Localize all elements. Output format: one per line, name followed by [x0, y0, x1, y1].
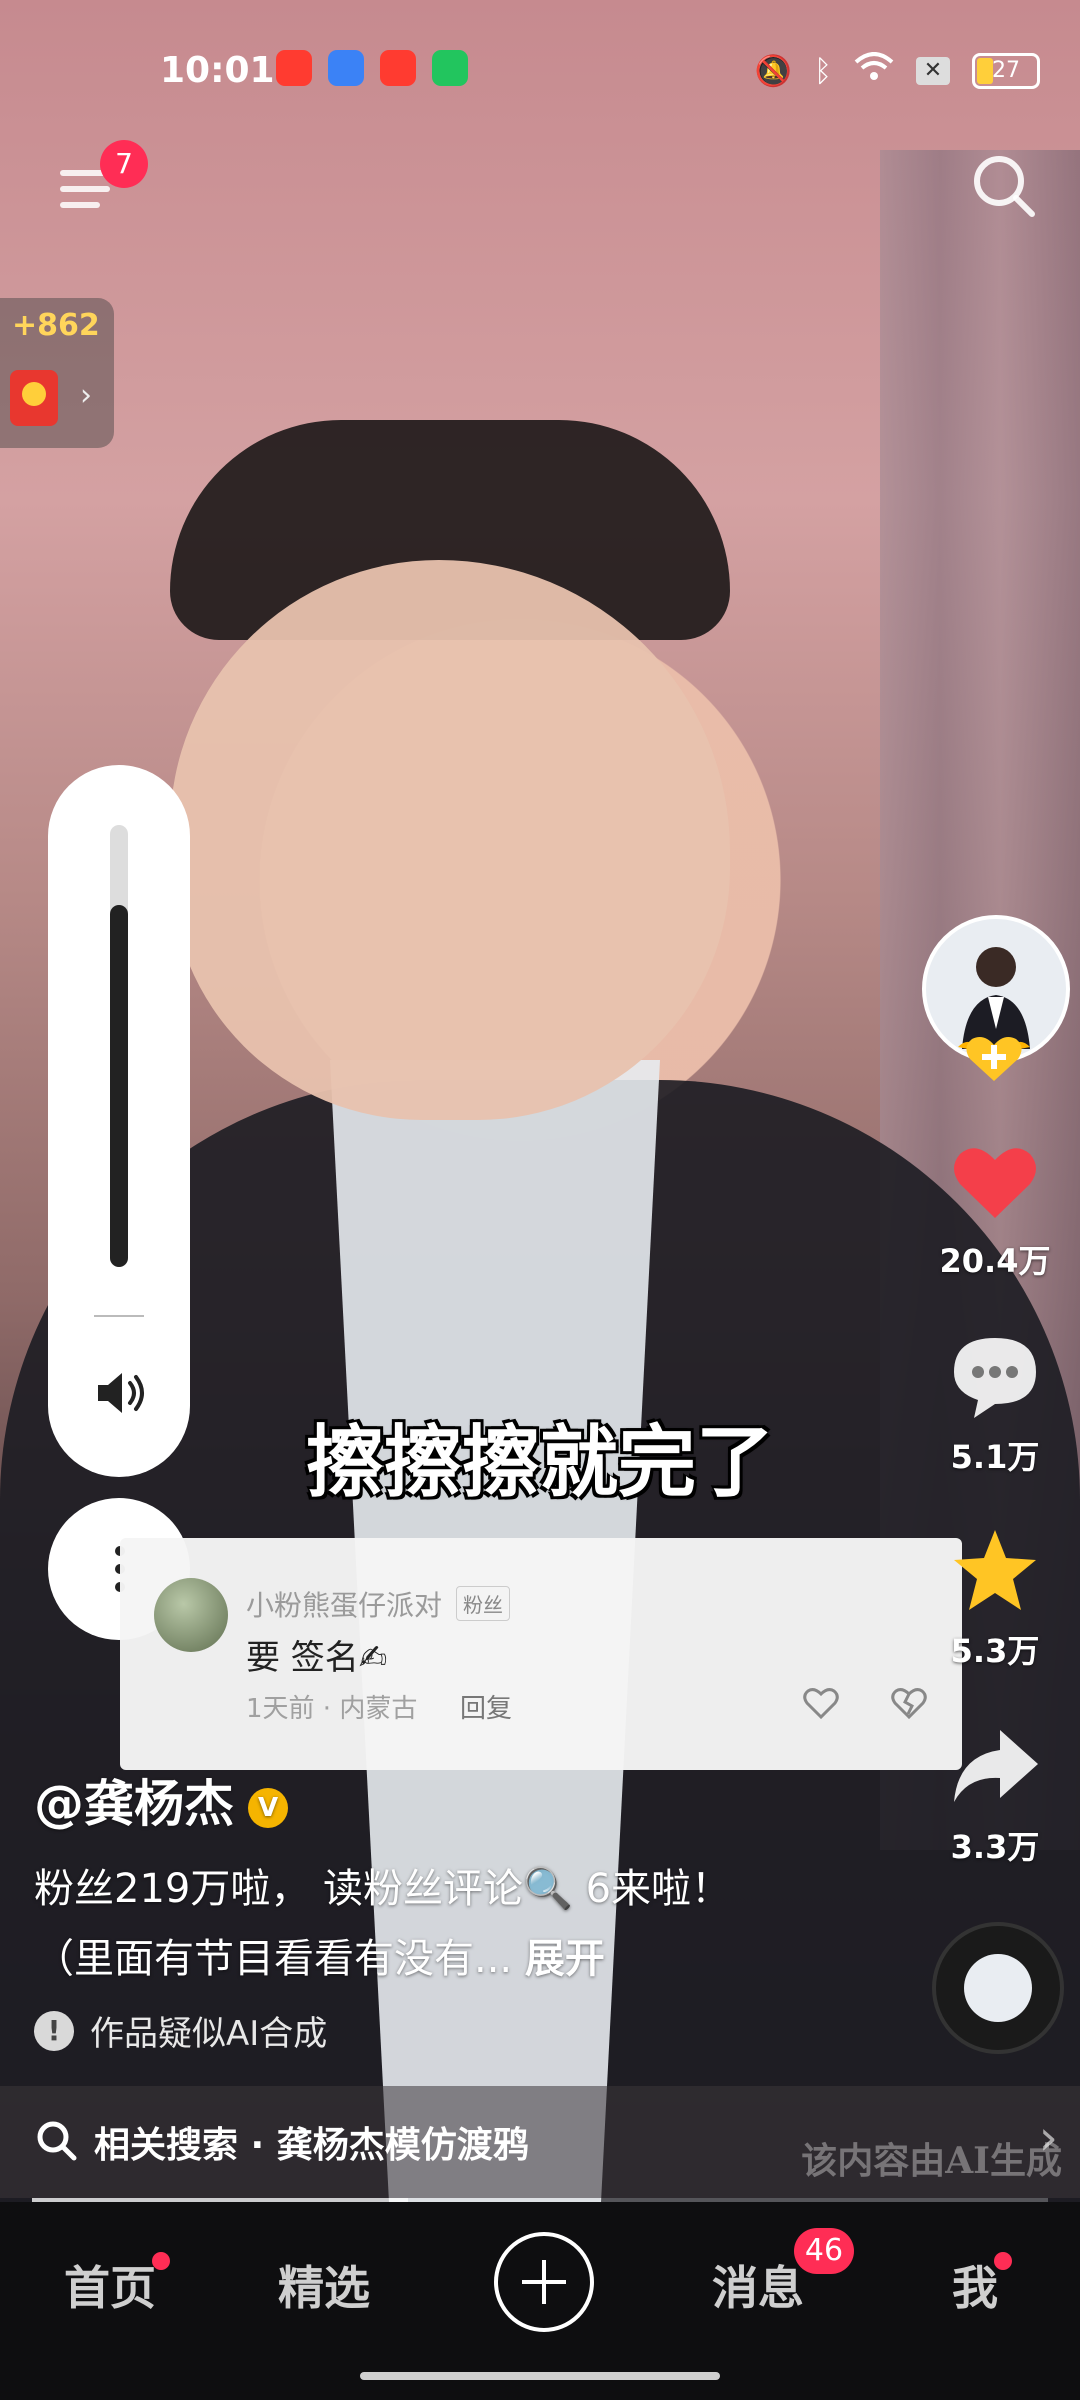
warning-icon: ! — [34, 2010, 74, 2051]
description-text: 粉丝219万啦， 读粉丝评论🔍 6来啦！（里面有节目看看有没有... — [34, 1866, 732, 1982]
star-icon — [954, 1530, 1036, 1610]
tab-me[interactable]: 我 — [952, 2252, 998, 2318]
menu-button[interactable]: 7 — [60, 140, 148, 210]
volume-panel — [48, 765, 190, 1477]
video-screen[interactable]: 10:01 🔕 ᛒ ✕ 27 7 +862 › 擦擦擦就完了 小粉熊蛋仔派对 粉… — [0, 0, 1080, 2400]
volume-slider[interactable] — [110, 825, 128, 1267]
video-description[interactable]: 粉丝219万啦， 读粉丝评论🔍 6来啦！（里面有节目看看有没有... 展开 — [34, 1854, 794, 1994]
tab-messages[interactable]: 消息 — [712, 2252, 804, 2318]
related-search-bar[interactable]: 相关搜索 · 龚杨杰模仿渡鸦 › 该内容由AI生成 — [0, 2086, 1080, 2198]
menu-icon-line — [60, 202, 100, 208]
taobao-icon — [276, 50, 312, 86]
security-icon — [432, 50, 468, 86]
ai-watermark: 该内容由AI生成 — [801, 2140, 1062, 2182]
music-disc[interactable] — [932, 1922, 1064, 2054]
menu-icon-line — [60, 186, 110, 192]
chevron-right-icon: › — [80, 378, 92, 413]
follow-button[interactable] — [954, 1025, 1034, 1085]
home-notification-dot — [152, 2252, 170, 2270]
comment-avatar[interactable] — [154, 1578, 228, 1652]
related-search-text: 相关搜索 · 龚杨杰模仿渡鸦 — [94, 2125, 529, 2166]
ai-disclosure-text: 作品疑似AI合成 — [90, 2014, 328, 2054]
bluetooth-icon: ᛒ — [814, 53, 832, 89]
ai-disclosure: ! 作品疑似AI合成 — [34, 2006, 327, 2055]
sim-off-icon: ✕ — [916, 57, 950, 85]
broken-heart-icon[interactable] — [890, 1684, 928, 1722]
comment-username[interactable]: 小粉熊蛋仔派对 — [246, 1584, 442, 1624]
reply-button[interactable]: 回复 — [460, 1688, 512, 1725]
author-name[interactable]: @龚杨杰 V — [34, 1764, 288, 1836]
comment-meta: 1天前 · 内蒙古 — [246, 1694, 418, 1724]
verified-badge-icon: V — [248, 1787, 288, 1828]
bottom-nav: 首页 精选 消息 46 我 — [0, 2202, 1080, 2400]
video-subtitle: 擦擦擦就完了 — [305, 1418, 774, 1508]
search-icon — [974, 156, 1035, 217]
mute-icon: 🔕 — [754, 53, 792, 89]
search-icon — [37, 2121, 77, 2161]
volume-divider — [94, 1315, 144, 1317]
status-bar: 10:01 🔕 ᛒ ✕ 27 — [0, 0, 1080, 140]
search-button[interactable] — [968, 150, 1040, 222]
status-time: 10:01 — [160, 50, 275, 91]
wifi-icon — [854, 52, 894, 90]
red-packet-amount: +862 — [12, 308, 100, 343]
heart-outline-icon[interactable] — [802, 1684, 840, 1722]
share-button[interactable]: 3.3万 — [930, 1720, 1060, 1868]
expand-button[interactable]: 展开 — [525, 1936, 605, 1982]
favorite-button[interactable]: 5.3万 — [930, 1524, 1060, 1672]
red-envelope-icon — [10, 370, 58, 426]
share-arrow-icon — [954, 1730, 1038, 1802]
weather-icon — [328, 50, 364, 86]
tab-home[interactable]: 首页 — [64, 2252, 156, 2318]
comment-bubble-icon — [954, 1338, 1036, 1418]
heart-icon — [954, 1148, 1036, 1218]
messages-badge: 46 — [794, 2228, 854, 2274]
status-indicators: 🔕 ᛒ ✕ 27 — [755, 52, 1040, 90]
video-background-face — [170, 560, 730, 1120]
me-notification-dot — [994, 2252, 1012, 2270]
tab-featured[interactable]: 精选 — [278, 2252, 370, 2318]
author-handle: @龚杨杰 — [34, 1775, 234, 1833]
music-disc-cover — [964, 1954, 1032, 2022]
featured-comment-card[interactable]: 小粉熊蛋仔派对 粉丝 要 签名✍ 1天前 · 内蒙古 回复 — [120, 1538, 962, 1770]
home-indicator[interactable] — [360, 2372, 720, 2380]
comment-button[interactable]: 5.1万 — [930, 1330, 1060, 1478]
volume-slider-fill — [110, 904, 128, 1267]
menu-badge: 7 — [100, 140, 148, 188]
red-packet-widget[interactable]: +862 › — [0, 298, 114, 448]
fan-tag: 粉丝 — [456, 1586, 510, 1621]
share-count: 3.3万 — [950, 1828, 1040, 1866]
like-button[interactable]: 20.4万 — [930, 1134, 1060, 1282]
favorite-count: 5.3万 — [950, 1632, 1040, 1670]
video-icon — [380, 50, 416, 86]
battery-icon: 27 — [972, 53, 1040, 89]
comment-count: 5.1万 — [950, 1438, 1040, 1476]
like-count: 20.4万 — [939, 1242, 1051, 1280]
follow-plus-icon — [958, 1037, 1030, 1081]
comment-text: 要 签名✍ — [246, 1638, 388, 1678]
create-post-button[interactable] — [494, 2232, 594, 2332]
